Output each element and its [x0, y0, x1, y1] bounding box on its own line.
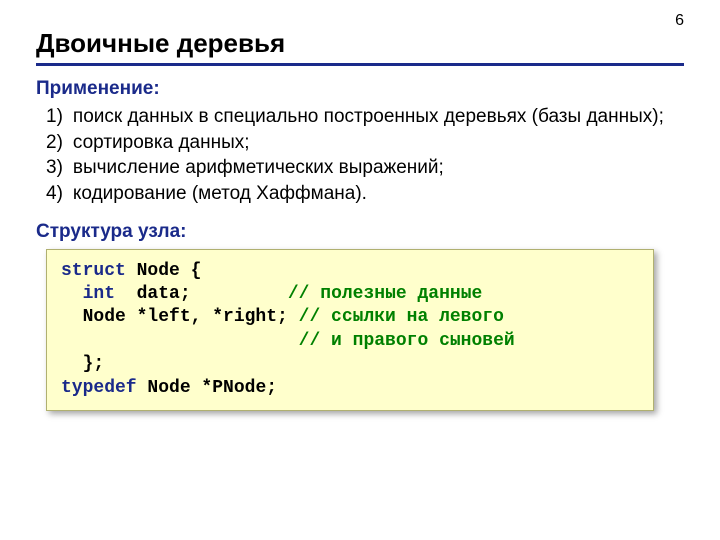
code-box: struct Node { int data; // полезные данн…: [46, 249, 654, 411]
item-number: 1): [46, 104, 73, 130]
list-item: 2) сортировка данных;: [46, 130, 684, 156]
application-label: Применение:: [36, 78, 684, 100]
structure-label: Структура узла:: [36, 221, 684, 243]
item-text: кодирование (метод Хаффмана).: [73, 181, 684, 207]
comment: // и правого сыновей: [299, 331, 515, 351]
keyword: struct: [61, 261, 126, 281]
code-text: data;: [115, 284, 191, 304]
code-text: };: [61, 354, 104, 374]
code-text: Node *left, *right;: [61, 307, 299, 327]
applications-list: 1) поиск данных в специально построенных…: [36, 104, 684, 207]
keyword: int: [83, 284, 115, 304]
comment: // полезные данные: [288, 284, 482, 304]
item-text: вычисление арифметических выражений;: [73, 155, 684, 181]
code-text: Node *PNode;: [137, 378, 277, 398]
item-text: сортировка данных;: [73, 130, 684, 156]
list-item: 1) поиск данных в специально построенных…: [46, 104, 684, 130]
list-item: 3) вычисление арифметических выражений;: [46, 155, 684, 181]
item-number: 2): [46, 130, 73, 156]
comment: // ссылки на левого: [299, 307, 504, 327]
item-number: 3): [46, 155, 73, 181]
item-text: поиск данных в специально построенных де…: [73, 104, 684, 130]
item-number: 4): [46, 181, 73, 207]
keyword: typedef: [61, 378, 137, 398]
list-item: 4) кодирование (метод Хаффмана).: [46, 181, 684, 207]
page-title: Двоичные деревья: [36, 28, 684, 66]
page-number: 6: [675, 12, 684, 30]
code-text: Node {: [126, 261, 202, 281]
